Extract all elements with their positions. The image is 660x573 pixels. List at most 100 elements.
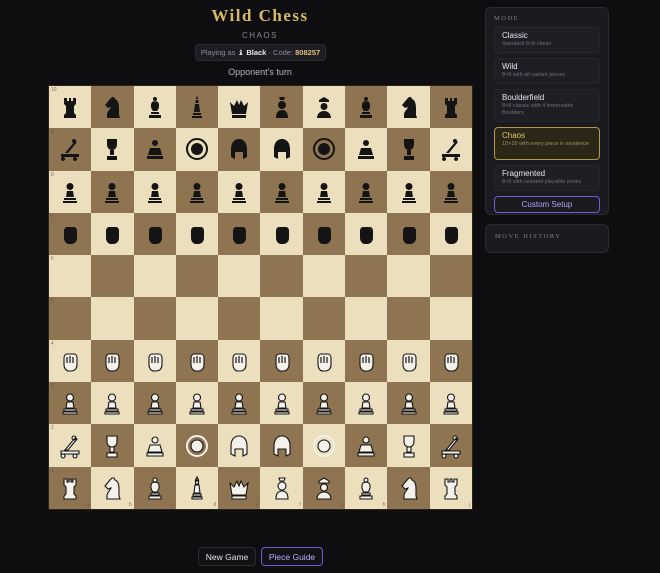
board-square[interactable] <box>345 424 388 467</box>
white-officer-icon[interactable] <box>311 475 337 501</box>
board-square[interactable] <box>91 424 134 467</box>
board-square[interactable] <box>175 86 219 129</box>
black-knight-icon[interactable] <box>396 94 422 120</box>
black-shield-face-icon[interactable] <box>184 136 210 162</box>
custom-setup-button[interactable]: Custom Setup <box>494 196 600 213</box>
white-pawn-icon[interactable] <box>184 390 210 416</box>
board-square[interactable] <box>133 339 176 383</box>
white-catapult-icon[interactable] <box>57 433 83 459</box>
white-fist-icon[interactable] <box>184 348 210 374</box>
black-catapult-icon[interactable] <box>57 136 83 162</box>
board-square[interactable] <box>429 170 472 213</box>
board-square[interactable] <box>302 424 346 467</box>
board-square[interactable] <box>429 128 472 171</box>
white-monk-icon[interactable] <box>142 433 168 459</box>
black-crown-icon[interactable] <box>226 94 252 120</box>
board-square[interactable] <box>387 424 430 467</box>
white-pawn-icon[interactable] <box>57 390 83 416</box>
board-square[interactable]: 3 <box>49 382 92 425</box>
board-square[interactable] <box>429 297 472 340</box>
black-fist-icon[interactable] <box>438 221 464 247</box>
board-square[interactable] <box>260 128 303 171</box>
board-square[interactable] <box>345 255 388 298</box>
board-square[interactable]: e <box>218 466 261 509</box>
white-fist-icon[interactable] <box>396 348 422 374</box>
white-fist-icon[interactable] <box>226 348 252 374</box>
chess-board[interactable]: 10 9 8 7 6 5 4 3 2 1 a b c d e f g h i j <box>48 85 473 510</box>
board-square[interactable]: 10 <box>49 86 92 129</box>
white-king-bust-icon[interactable] <box>269 475 295 501</box>
black-fist-icon[interactable] <box>99 221 125 247</box>
board-square[interactable] <box>345 212 388 256</box>
board-square[interactable] <box>175 297 219 340</box>
black-pawn-icon[interactable] <box>99 179 125 205</box>
board-square[interactable]: d <box>175 466 219 509</box>
board-square[interactable] <box>345 382 388 425</box>
mode-item-wild[interactable]: Wild 8×8 with all variant pieces <box>494 58 600 84</box>
white-catapult-icon[interactable] <box>438 433 464 459</box>
black-pawn-icon[interactable] <box>353 179 379 205</box>
board-square[interactable] <box>175 382 219 425</box>
white-trophy-icon[interactable] <box>99 433 125 459</box>
black-rook-icon[interactable] <box>57 94 83 120</box>
board-square[interactable] <box>387 170 430 213</box>
board-square[interactable]: 7 <box>49 212 92 256</box>
board-square[interactable] <box>345 170 388 213</box>
white-pawn-icon[interactable] <box>311 390 337 416</box>
board-square[interactable] <box>91 170 134 213</box>
board-square[interactable]: 6 <box>49 255 92 298</box>
white-helmet-icon[interactable] <box>226 433 252 459</box>
board-square[interactable] <box>133 255 176 298</box>
board-square[interactable] <box>260 255 303 298</box>
board-square[interactable] <box>175 128 219 171</box>
board-square[interactable] <box>387 255 430 298</box>
white-trophy-icon[interactable] <box>396 433 422 459</box>
board-square[interactable] <box>218 128 261 171</box>
board-square[interactable] <box>429 339 472 383</box>
board-square[interactable] <box>302 339 346 383</box>
board-square[interactable]: c <box>133 466 176 509</box>
black-trophy-icon[interactable] <box>396 136 422 162</box>
black-knight-icon[interactable] <box>99 94 125 120</box>
board-square[interactable] <box>175 212 219 256</box>
white-fist-icon[interactable] <box>57 348 83 374</box>
white-pawn-icon[interactable] <box>396 390 422 416</box>
board-square[interactable] <box>133 212 176 256</box>
white-rook-icon[interactable] <box>438 475 464 501</box>
board-square[interactable] <box>345 339 388 383</box>
board-square[interactable] <box>429 424 472 467</box>
board-square[interactable] <box>218 339 261 383</box>
board-square[interactable] <box>260 382 303 425</box>
board-square[interactable] <box>429 86 472 129</box>
black-fist-icon[interactable] <box>311 221 337 247</box>
board-square[interactable] <box>91 297 134 340</box>
black-fist-icon[interactable] <box>57 221 83 247</box>
white-pawn-icon[interactable] <box>226 390 252 416</box>
board-square[interactable] <box>345 128 388 171</box>
board-square[interactable] <box>218 212 261 256</box>
board-square[interactable] <box>133 170 176 213</box>
board-square[interactable] <box>302 212 346 256</box>
white-rook-icon[interactable] <box>57 475 83 501</box>
black-fist-icon[interactable] <box>269 221 295 247</box>
board-square[interactable]: 1a <box>49 466 92 509</box>
white-pawn-icon[interactable] <box>353 390 379 416</box>
board-square[interactable]: 5 <box>49 297 92 340</box>
board-square[interactable] <box>175 339 219 383</box>
black-fist-icon[interactable] <box>184 221 210 247</box>
mode-item-boulderfield[interactable]: Boulderfield 8×8 classic with 4 immovabl… <box>494 89 600 122</box>
black-fist-icon[interactable] <box>142 221 168 247</box>
white-bishop-icon[interactable] <box>353 475 379 501</box>
board-square[interactable] <box>218 170 261 213</box>
black-fist-icon[interactable] <box>396 221 422 247</box>
board-square[interactable] <box>175 255 219 298</box>
board-square[interactable] <box>218 86 261 129</box>
board-square[interactable]: 9 <box>49 128 92 171</box>
board-square[interactable] <box>429 382 472 425</box>
board-square[interactable] <box>387 339 430 383</box>
white-shield-face-icon[interactable] <box>184 433 210 459</box>
board-square[interactable] <box>91 339 134 383</box>
white-fist-icon[interactable] <box>269 348 295 374</box>
white-helmet-icon[interactable] <box>269 433 295 459</box>
board-square[interactable] <box>429 255 472 298</box>
